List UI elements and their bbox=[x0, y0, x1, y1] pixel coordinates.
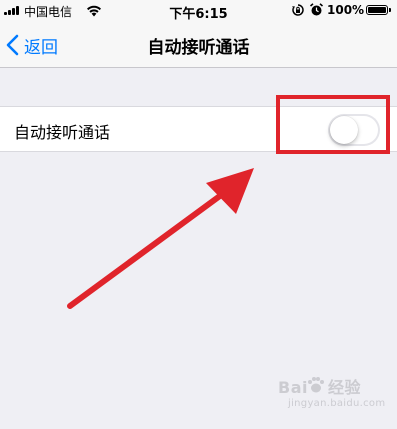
navigation-bar: 返回 自动接听通话 bbox=[0, 22, 397, 68]
page-title: 自动接听通话 bbox=[147, 38, 250, 58]
auto-answer-label: 自动接听通话 bbox=[14, 123, 111, 142]
battery-tip bbox=[389, 8, 391, 12]
highlight-box bbox=[276, 95, 390, 154]
status-bar: 中国电信 下午6:15 100% bbox=[0, 0, 397, 22]
paw-icon bbox=[308, 377, 324, 393]
alarm-icon bbox=[310, 3, 323, 16]
battery-percent: 100% bbox=[327, 3, 365, 17]
rotation-lock-icon bbox=[292, 4, 304, 16]
watermark-logo-left: Bai bbox=[278, 378, 308, 397]
watermark-url: jingyan.baidu.com bbox=[288, 398, 386, 409]
watermark: Bai 经验 jingyan.baidu.com bbox=[278, 374, 393, 420]
battery-fill bbox=[368, 7, 386, 13]
watermark-logo-right: 经验 bbox=[327, 378, 361, 397]
battery-icon bbox=[366, 5, 388, 15]
